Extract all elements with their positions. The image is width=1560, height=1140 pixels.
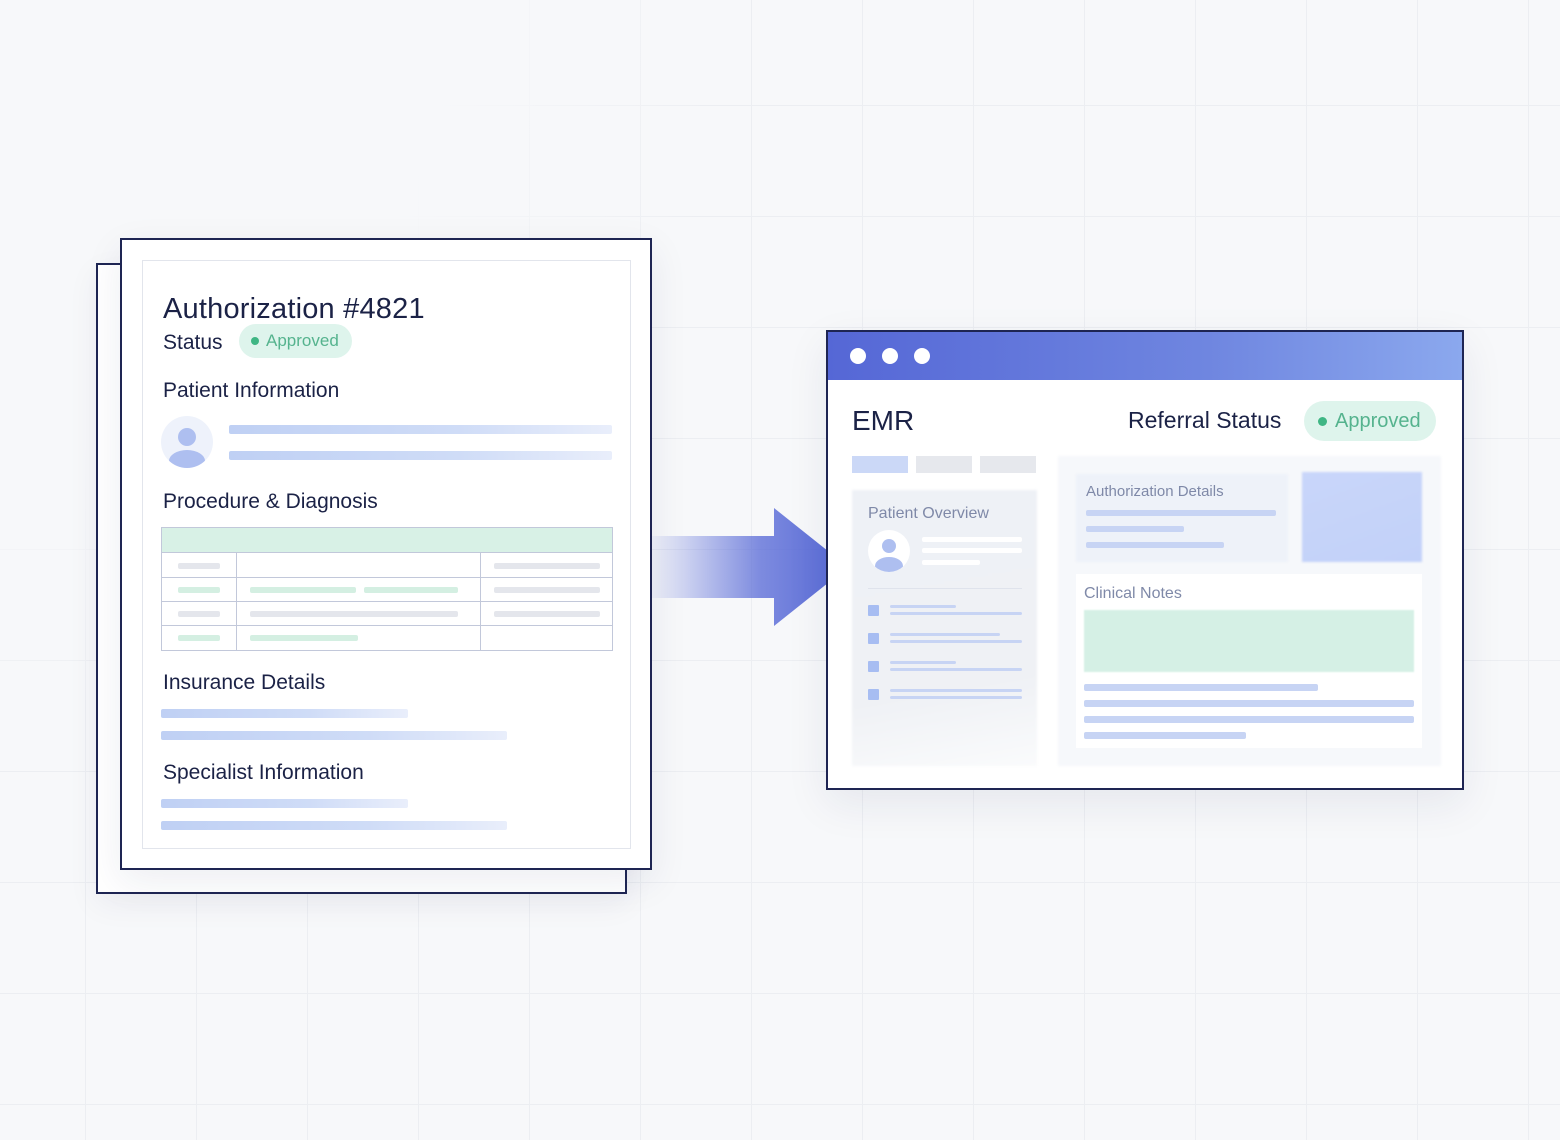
status-dot-icon xyxy=(251,337,259,345)
table-cell xyxy=(494,611,600,617)
emr-title: EMR xyxy=(852,405,915,436)
avatar-icon xyxy=(868,530,910,572)
list-bullet-icon xyxy=(868,605,879,616)
tab[interactable] xyxy=(916,456,972,473)
table-cell xyxy=(494,563,600,569)
referral-status-label: Referral Status xyxy=(1128,407,1282,433)
document-title: Authorization #4821 xyxy=(163,293,425,325)
clinical-notes-highlight xyxy=(1084,610,1414,672)
patient-information-heading: Patient Information xyxy=(163,379,340,402)
procedure-diagnosis-heading: Procedure & Diagnosis xyxy=(163,490,378,513)
table-cell xyxy=(178,635,220,641)
insurance-line xyxy=(161,731,507,740)
table-cell xyxy=(250,611,458,617)
table-cell xyxy=(178,611,220,617)
specialist-information-heading: Specialist Information xyxy=(163,761,364,784)
emr-window: EMR Referral Status Approved Patient Ove… xyxy=(826,330,1464,790)
window-control-icon[interactable] xyxy=(882,348,898,364)
table-cell xyxy=(178,563,220,569)
specialist-line xyxy=(161,821,507,830)
clinical-notes-label: Clinical Notes xyxy=(1084,585,1182,602)
patient-info-line xyxy=(229,425,612,434)
authorization-preview-block xyxy=(1302,472,1422,562)
table-header xyxy=(162,528,612,553)
patient-overview-label: Patient Overview xyxy=(868,505,989,522)
status-badge-text: Approved xyxy=(266,331,339,350)
status-label: Status xyxy=(163,331,223,354)
referral-status-badge: Approved xyxy=(1304,401,1436,441)
tab[interactable] xyxy=(852,456,908,473)
list-bullet-icon xyxy=(868,633,879,644)
window-control-icon[interactable] xyxy=(914,348,930,364)
status-badge: Approved xyxy=(239,324,352,358)
procedure-table xyxy=(161,527,613,651)
arrow-right-icon xyxy=(652,508,848,626)
patient-info-line xyxy=(229,451,612,460)
authorization-details-label: Authorization Details xyxy=(1086,483,1224,500)
window-control-icon[interactable] xyxy=(850,348,866,364)
referral-status-text: Approved xyxy=(1335,409,1421,432)
window-titlebar xyxy=(828,332,1462,380)
table-cell xyxy=(364,587,458,593)
document-content: Authorization #4821 Status Approved Pati… xyxy=(142,260,631,849)
insurance-details-heading: Insurance Details xyxy=(163,671,326,694)
table-cell xyxy=(250,635,358,641)
specialist-line xyxy=(161,799,408,808)
tab[interactable] xyxy=(980,456,1036,473)
list-bullet-icon xyxy=(868,661,879,672)
status-dot-icon xyxy=(1318,416,1327,426)
table-cell xyxy=(178,587,220,593)
insurance-line xyxy=(161,709,408,718)
authorization-document: Authorization #4821 Status Approved Pati… xyxy=(120,238,652,870)
table-cell xyxy=(494,587,600,593)
table-cell xyxy=(250,587,356,593)
avatar-icon xyxy=(161,416,213,468)
list-bullet-icon xyxy=(868,689,879,700)
